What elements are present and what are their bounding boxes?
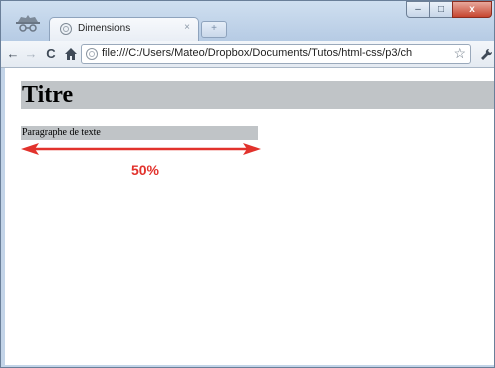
maximize-button[interactable]: □ xyxy=(429,1,453,18)
forward-button[interactable]: → xyxy=(23,45,39,63)
wrench-icon[interactable] xyxy=(479,45,493,63)
minimize-button[interactable]: – xyxy=(406,1,430,18)
window-controls: – □ x xyxy=(406,1,492,19)
browser-window: Dimensions × + – □ x ← → C file:///C:/Us… xyxy=(0,0,495,368)
page-content: Titre Paragraphe de texte 50% xyxy=(5,68,494,365)
back-button[interactable]: ← xyxy=(5,45,21,63)
tab-dimensions[interactable]: Dimensions × xyxy=(49,17,199,41)
reload-button[interactable]: C xyxy=(43,45,59,63)
page-title: Titre xyxy=(21,81,494,109)
tab-title: Dimensions xyxy=(78,23,131,34)
star-icon[interactable]: ☆ xyxy=(453,45,466,62)
incognito-icon xyxy=(16,15,40,32)
paragraph: Paragraphe de texte xyxy=(21,126,258,140)
address-bar[interactable]: file:///C:/Users/Mateo/Dropbox/Documents… xyxy=(81,44,471,64)
page-icon xyxy=(60,23,72,35)
tab-close-button[interactable]: × xyxy=(184,22,190,33)
width-percentage-label: 50% xyxy=(130,162,160,178)
close-window-button[interactable]: x xyxy=(452,1,492,18)
page-icon xyxy=(86,48,98,60)
toolbar: ← → C file:///C:/Users/Mateo/Dropbox/Doc… xyxy=(1,41,494,68)
wrench-glyph xyxy=(480,48,492,60)
home-button[interactable] xyxy=(63,45,79,63)
title-bar: Dimensions × + – □ x xyxy=(1,1,494,41)
url-text[interactable]: file:///C:/Users/Mateo/Dropbox/Documents… xyxy=(102,47,442,59)
new-tab-button[interactable]: + xyxy=(201,21,227,38)
width-arrow xyxy=(21,143,261,155)
home-icon xyxy=(65,48,77,60)
